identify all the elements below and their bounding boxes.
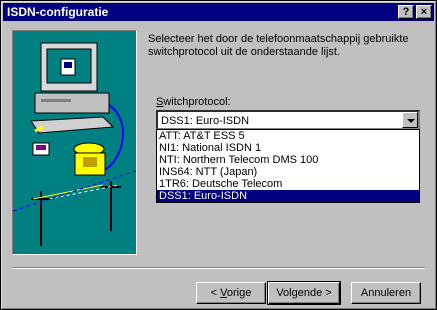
computer-phone-illustration <box>13 42 136 246</box>
switchprotocol-label-rest: witchprotocol: <box>163 96 231 108</box>
title-bar: ISDN-configuratie ? × <box>3 3 434 21</box>
option-dss1[interactable]: DSS1: Euro-ISDN <box>157 190 419 202</box>
switchprotocol-dropdown-list: ATT: AT&T ESS 5 NI1: National ISDN 1 NTI… <box>156 129 420 203</box>
option-ins64[interactable]: INS64: NTT (Japan) <box>157 166 419 178</box>
help-button[interactable]: ? <box>398 5 414 19</box>
back-prefix: < <box>210 287 221 299</box>
option-ni1[interactable]: NI1: National ISDN 1 <box>157 142 419 154</box>
dropdown-arrow-button[interactable] <box>402 112 418 128</box>
switchprotocol-label: Switchprotocol: <box>156 96 231 108</box>
isdn-config-dialog: ISDN-configuratie ? × Selecteer het door… <box>0 0 437 310</box>
combobox-value: DSS1: Euro-ISDN <box>161 115 250 127</box>
next-button[interactable]: Volgende > <box>267 281 341 305</box>
back-button[interactable]: < Vorige <box>196 282 266 304</box>
option-nti[interactable]: NTI: Northern Telecom DMS 100 <box>157 154 419 166</box>
option-att[interactable]: ATT: AT&T ESS 5 <box>157 130 419 142</box>
instructions-text: Selecteer het door de telefoonmaatschapp… <box>148 33 409 58</box>
back-mnemonic: V <box>220 287 227 299</box>
separator <box>12 267 425 269</box>
cancel-button[interactable]: Annuleren <box>351 282 421 304</box>
option-1tr6[interactable]: 1TR6: Deutsche Telecom <box>157 178 419 190</box>
wizard-illustration <box>12 30 137 255</box>
switchprotocol-combobox[interactable]: DSS1: Euro-ISDN <box>156 110 420 130</box>
back-rest: orige <box>226 287 252 299</box>
close-button[interactable]: × <box>416 5 432 19</box>
window-title: ISDN-configuratie <box>7 5 109 19</box>
